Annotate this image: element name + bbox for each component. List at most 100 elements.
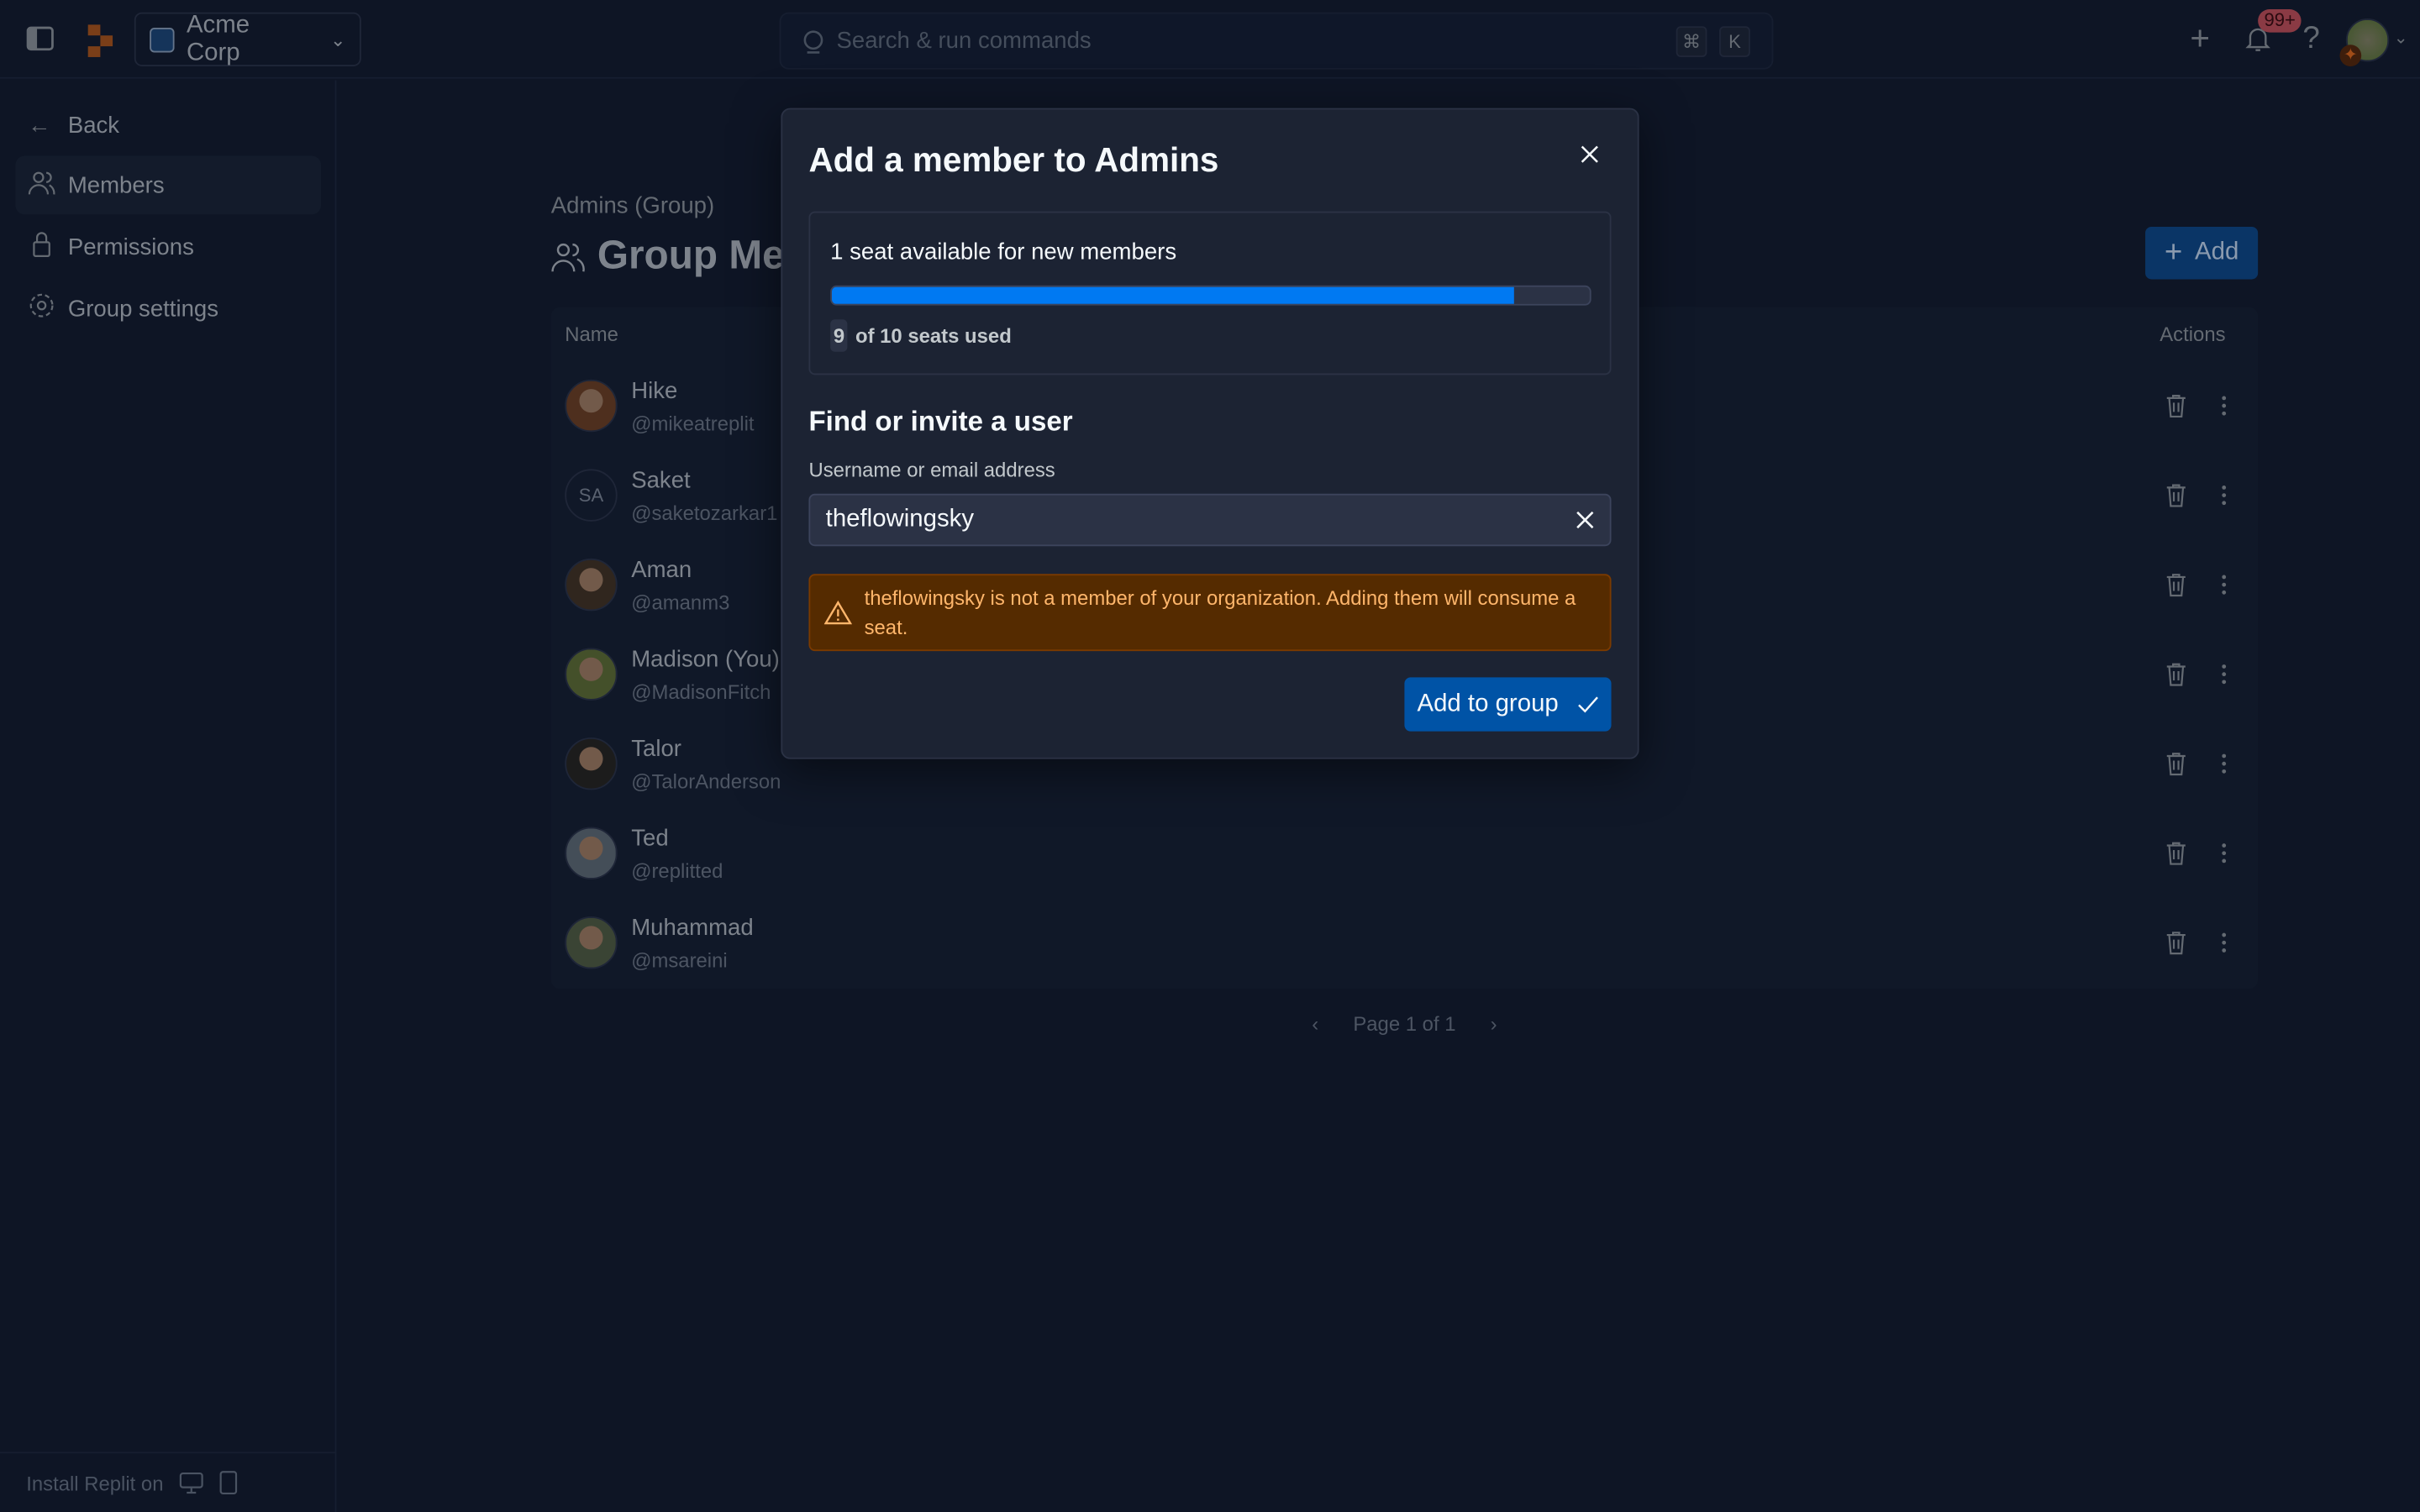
seats-total-text: of 10 seats used: [855, 323, 1012, 348]
trash-icon[interactable]: [2165, 662, 2187, 695]
install-replit: Install Replit on: [0, 1452, 337, 1512]
chevron-right-icon[interactable]: ›: [1491, 1012, 1497, 1036]
org-name: Acme Corp: [186, 11, 250, 66]
avatar: [565, 379, 618, 433]
gear-icon: [28, 291, 55, 325]
plus-icon: +: [2164, 235, 2183, 270]
seats-used: 9 of 10 seats used: [830, 319, 1012, 352]
install-label: Install Replit on: [26, 1471, 164, 1494]
check-icon: [1577, 696, 1598, 712]
sidebar-toggle-icon[interactable]: [26, 26, 54, 51]
seat-usage-card: 1 seat available for new members 9 of 10…: [808, 211, 1612, 375]
desktop-icon[interactable]: [179, 1471, 203, 1494]
lock-icon: [28, 230, 55, 264]
add-to-group-button[interactable]: Add to group: [1404, 677, 1612, 732]
warning-icon: [823, 600, 852, 625]
member-username: @MadisonFitch: [631, 680, 771, 704]
chevron-down-icon[interactable]: ⌄: [2394, 28, 2408, 48]
member-username: @amanm3: [631, 591, 730, 615]
search-input[interactable]: Search & run commands ⌘ K: [779, 12, 1774, 70]
sidebar-item-permissions[interactable]: Permissions: [15, 218, 321, 276]
plus-icon[interactable]: +: [2190, 21, 2210, 55]
sidebar-item-label: Permissions: [67, 234, 194, 260]
search-icon: [803, 29, 823, 53]
trash-icon[interactable]: [2165, 841, 2187, 874]
kbd-k: K: [1719, 25, 1750, 57]
member-name: Talor: [631, 736, 681, 763]
replit-logo[interactable]: [87, 24, 118, 66]
chevron-left-icon[interactable]: ‹: [1312, 1012, 1318, 1036]
org-logo: [150, 27, 175, 52]
close-icon[interactable]: [1579, 144, 1601, 173]
avatar: [565, 916, 618, 969]
trash-icon[interactable]: [2165, 483, 2187, 516]
sidebar-item-label: Members: [67, 171, 165, 199]
avatar: [565, 827, 618, 879]
add-label: Add: [2195, 239, 2239, 265]
sidebar: ← Back Members Permissions Group setting…: [0, 80, 337, 1512]
seat-progress-bar: [830, 285, 1591, 306]
more-options-icon[interactable]: [2221, 393, 2227, 426]
trash-icon[interactable]: [2165, 393, 2187, 426]
column-header-name: Name: [565, 322, 618, 346]
member-name: Madison (You): [631, 646, 780, 673]
top-bar: Acme Corp ⌄ Search & run commands ⌘ K + …: [0, 0, 2420, 79]
more-options-icon[interactable]: [2221, 483, 2227, 516]
sidebar-item-group-settings[interactable]: Group settings: [15, 279, 321, 338]
username-value: theflowingsky: [825, 506, 975, 533]
member-name: Ted: [631, 825, 669, 852]
sidebar-item-label: Group settings: [67, 295, 219, 322]
add-member-dialog: Add a member to Admins 1 seat available …: [781, 108, 1639, 759]
add-to-group-label: Add to group: [1417, 690, 1559, 717]
member-username: @saketozarkar1: [631, 501, 778, 525]
sidebar-item-label: Back: [67, 112, 120, 139]
avatar: [565, 648, 618, 701]
member-name: Muhammad: [631, 915, 754, 942]
page-indicator: Page 1 of 1: [1353, 1011, 1456, 1036]
avatar: [565, 737, 618, 790]
arrow-left-icon: ←: [28, 112, 51, 139]
sidebar-item-back[interactable]: ← Back: [15, 96, 321, 155]
org-selector[interactable]: Acme Corp ⌄: [134, 11, 361, 66]
mobile-icon[interactable]: [219, 1470, 238, 1495]
clear-icon[interactable]: [1576, 511, 1594, 529]
dialog-title: Add a member to Admins: [808, 140, 1219, 180]
more-options-icon[interactable]: [2221, 662, 2227, 695]
section-title: Find or invite a user: [808, 406, 1073, 437]
avatar: [565, 558, 618, 612]
username-input[interactable]: theflowingsky: [808, 493, 1612, 547]
member-username: @mikeatreplit: [631, 412, 755, 435]
member-username: @msareini: [631, 948, 728, 973]
add-member-button[interactable]: + Add: [2145, 226, 2259, 280]
more-options-icon[interactable]: [2221, 572, 2227, 605]
notification-badge: 99+: [2258, 9, 2302, 33]
seats-used-count: 9: [830, 319, 848, 352]
sparkle-icon: ✦: [2339, 45, 2362, 66]
field-label: Username or email address: [808, 458, 1055, 482]
trash-icon[interactable]: [2165, 931, 2187, 963]
pagination: ‹ Page 1 of 1 ›: [1312, 1012, 1497, 1036]
breadcrumb[interactable]: Admins (Group): [551, 193, 714, 219]
member-name: Hike: [631, 377, 678, 405]
sidebar-item-members[interactable]: Members: [15, 155, 322, 215]
more-options-icon[interactable]: [2221, 841, 2227, 874]
more-options-icon[interactable]: [2221, 751, 2227, 784]
more-options-icon[interactable]: [2221, 931, 2227, 963]
kbd-cmd: ⌘: [1676, 25, 1707, 57]
member-username: @replitted: [631, 859, 723, 883]
chevron-down-icon: ⌄: [329, 28, 346, 50]
search-placeholder: Search & run commands: [836, 28, 1092, 55]
seat-progress-fill: [831, 286, 1514, 304]
users-icon: [551, 243, 585, 271]
column-header-actions: Actions: [2160, 322, 2226, 346]
trash-icon[interactable]: [2165, 751, 2187, 784]
help-icon[interactable]: ?: [2302, 22, 2319, 57]
member-name: Saket: [631, 467, 691, 494]
member-username: @TalorAnderson: [631, 769, 781, 794]
trash-icon[interactable]: [2165, 572, 2187, 605]
users-icon: [28, 168, 55, 202]
avatar: SA: [565, 469, 618, 522]
seats-available: 1 seat available for new members: [830, 239, 1177, 265]
warning-text: theflowingsky is not a member of your or…: [864, 585, 1576, 639]
table-row: Muhammad @msareini: [551, 900, 2258, 990]
